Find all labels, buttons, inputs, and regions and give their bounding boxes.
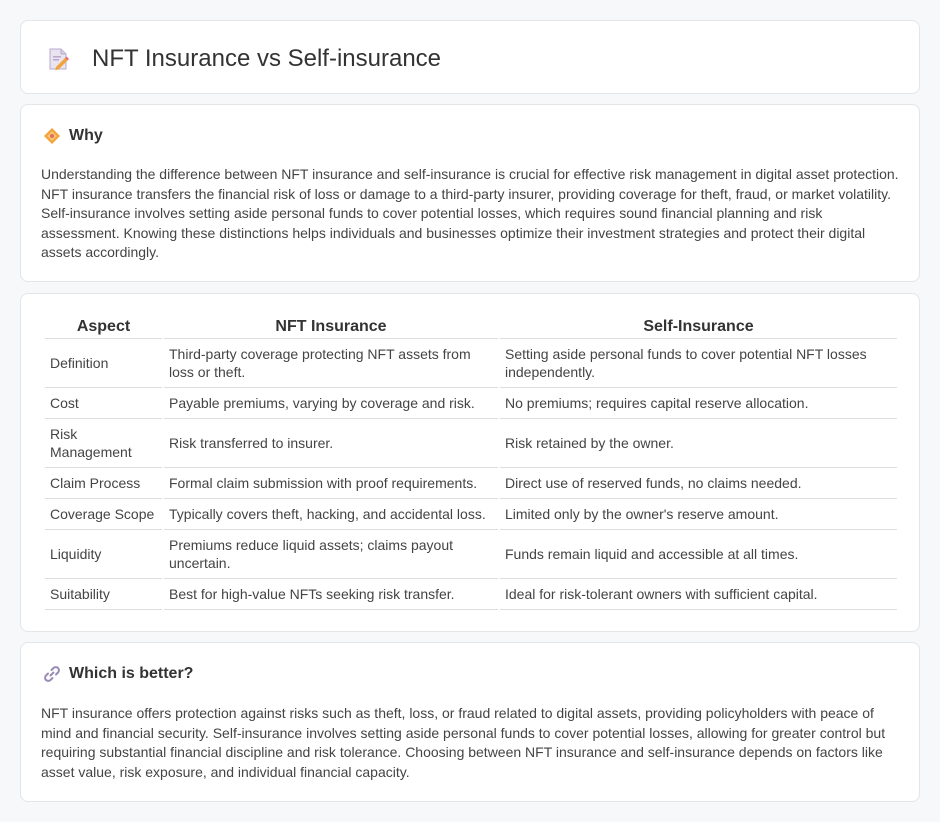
table-row: Risk Management Risk transferred to insu… [45,419,897,468]
row-self-insurance: Funds remain liquid and accessible at al… [500,530,897,579]
column-header-aspect: Aspect [45,316,162,339]
row-self-insurance: No premiums; requires capital reserve al… [500,388,897,419]
row-self-insurance: Direct use of reserved funds, no claims … [500,468,897,499]
table-row: Suitability Best for high-value NFTs see… [45,579,897,610]
document-pencil-icon [49,48,69,71]
comparison-section: Aspect NFT Insurance Self-Insurance Defi… [20,293,920,632]
better-heading: Which is better? [43,665,193,683]
header-card: NFT Insurance vs Self-insurance [20,20,920,94]
row-aspect: Cost [45,388,162,419]
table-row: Definition Third-party coverage protecti… [45,339,897,388]
row-nft-insurance: Payable premiums, varying by coverage an… [164,388,498,419]
row-self-insurance: Ideal for risk-tolerant owners with suff… [500,579,897,610]
table-row: Claim Process Formal claim submission wi… [45,468,897,499]
why-text: Understanding the difference between NFT… [41,166,899,260]
row-nft-insurance: Best for high-value NFTs seeking risk tr… [164,579,498,610]
row-aspect: Risk Management [45,419,162,468]
why-section: Why Understanding the difference between… [20,104,920,282]
row-aspect: Suitability [45,579,162,610]
table-row: Coverage Scope Typically covers theft, h… [45,499,897,530]
link-icon [44,666,60,682]
row-nft-insurance: Typically covers theft, hacking, and acc… [164,499,498,530]
row-nft-insurance: Risk transferred to insurer. [164,419,498,468]
better-text: NFT insurance offers protection against … [41,705,886,780]
row-self-insurance: Limited only by the owner's reserve amou… [500,499,897,530]
row-self-insurance: Risk retained by the owner. [500,419,897,468]
diamond-icon [44,128,60,144]
better-title: Which is better? [69,665,194,682]
column-header-self-insurance: Self-Insurance [500,316,897,339]
why-title: Why [69,127,103,144]
table-row: Liquidity Premiums reduce liquid assets;… [45,530,897,579]
row-aspect: Definition [45,339,162,388]
row-self-insurance: Setting aside personal funds to cover po… [500,339,897,388]
row-aspect: Coverage Scope [45,499,162,530]
why-heading: Why [43,127,103,145]
page-title: NFT Insurance vs Self-insurance [92,45,442,72]
which-is-better-section: Which is better? NFT insurance offers pr… [20,642,920,802]
row-nft-insurance: Formal claim submission with proof requi… [164,468,498,499]
row-nft-insurance: Premiums reduce liquid assets; claims pa… [164,530,498,579]
row-aspect: Liquidity [45,530,162,579]
row-aspect: Claim Process [45,468,162,499]
table-header-row: Aspect NFT Insurance Self-Insurance [45,316,897,339]
column-header-nft-insurance: NFT Insurance [164,316,498,339]
table-row: Cost Payable premiums, varying by covera… [45,388,897,419]
row-nft-insurance: Third-party coverage protecting NFT asse… [164,339,498,388]
comparison-table: Aspect NFT Insurance Self-Insurance Defi… [43,316,899,610]
